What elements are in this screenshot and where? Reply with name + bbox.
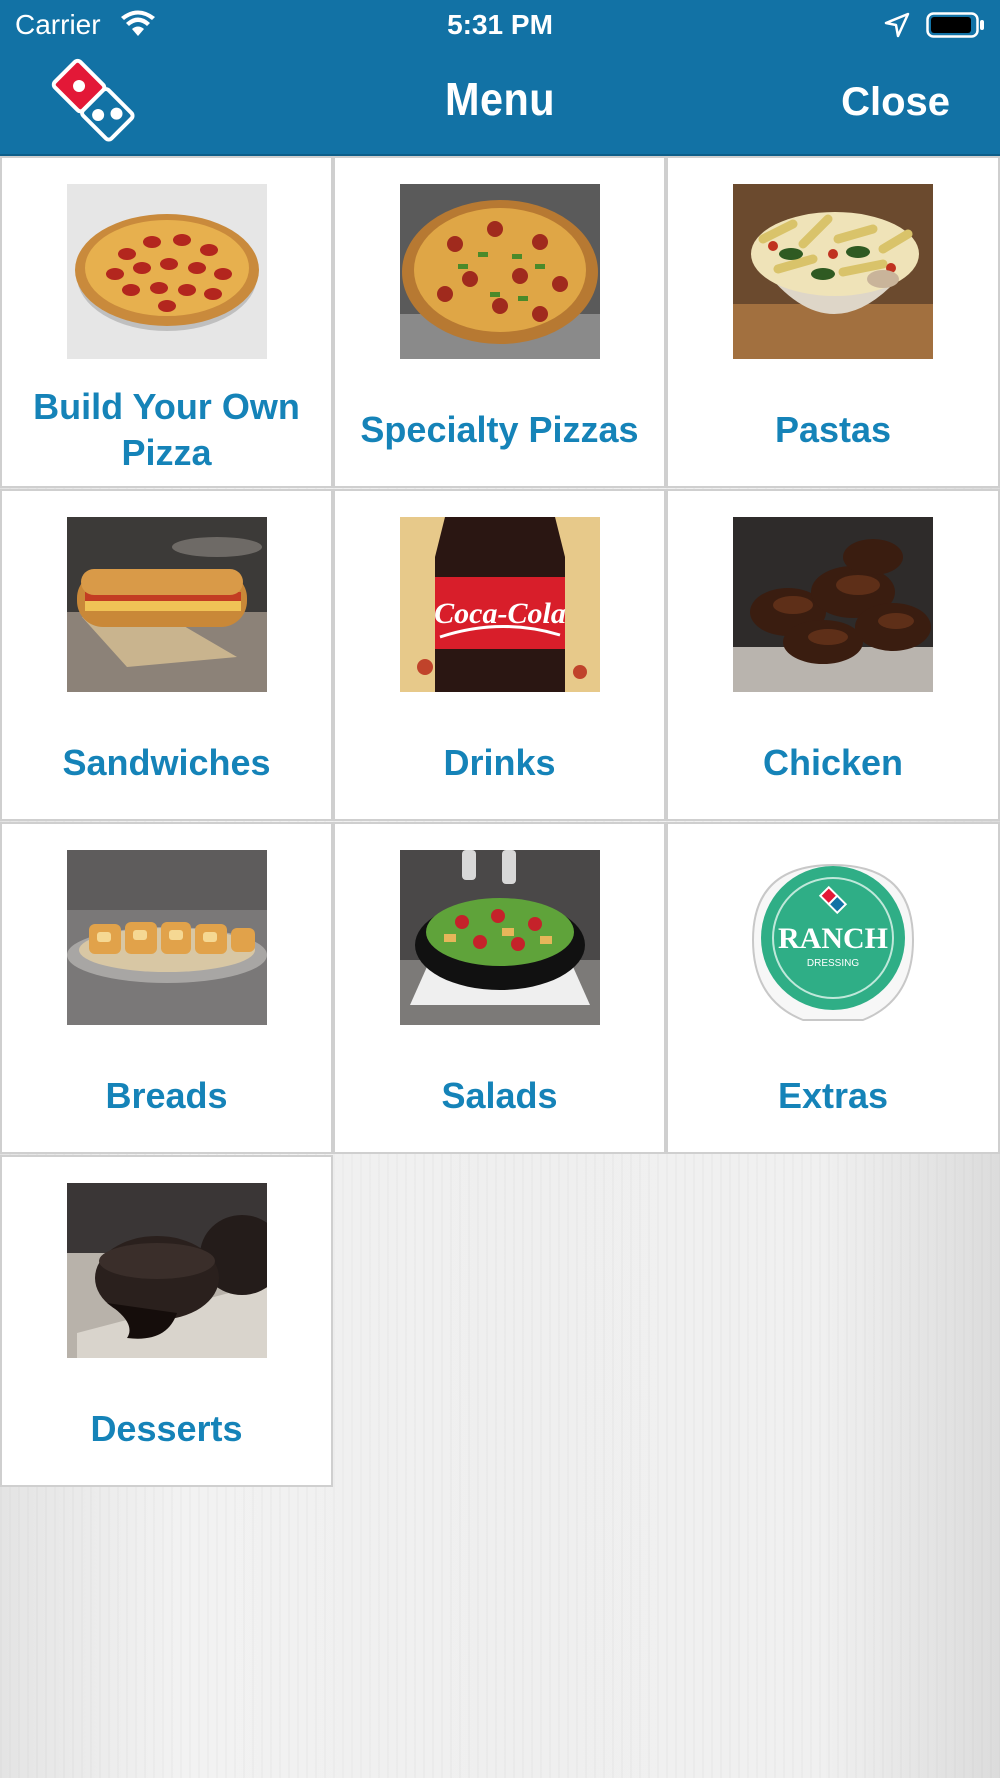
specialty-pizza-image [400, 184, 600, 359]
soda-bottle-image: Coca-Cola [400, 517, 600, 692]
clock: 5:31 PM [447, 9, 553, 40]
sandwich-image [67, 517, 267, 692]
menu-item-label: Pastas [774, 409, 892, 450]
navigation-bar: Menu Close [0, 50, 1000, 154]
ranch-dressing-image: RANCH DRESSING [733, 850, 933, 1025]
menu-item-drinks[interactable]: Coca-Cola Drinks [333, 489, 666, 821]
svg-text:DRESSING: DRESSING [807, 958, 859, 969]
menu-item-label: Sandwiches [62, 742, 271, 783]
menu-item-label: Desserts [90, 1408, 243, 1449]
menu-item-breads[interactable]: Breads [0, 822, 333, 1154]
menu-item-build-your-own-pizza[interactable]: Build Your Own Pizza [0, 156, 333, 488]
top-bar: Carrier 5:31 PM Menu Close [0, 0, 1000, 156]
menu-item-label: Drinks [443, 742, 556, 783]
pasta-bowl-image [733, 184, 933, 359]
lava-cake-image [67, 1183, 267, 1358]
svg-text:RANCH: RANCH [778, 922, 888, 955]
menu-item-chicken[interactable]: Chicken [666, 489, 1000, 821]
page-title: Menu [445, 73, 555, 125]
status-bar: Carrier 5:31 PM [0, 0, 1000, 50]
menu-item-sandwiches[interactable]: Sandwiches [0, 489, 333, 821]
menu-item-label: Extras [777, 1075, 889, 1116]
location-arrow-icon [884, 12, 910, 38]
salad-bowl-image [400, 850, 600, 1025]
menu-item-salads[interactable]: Salads [333, 822, 666, 1154]
menu-item-pastas[interactable]: Pastas [666, 156, 1000, 488]
pepperoni-pizza-image [67, 184, 267, 359]
menu-item-specialty-pizzas[interactable]: Specialty Pizzas [333, 156, 666, 488]
close-button[interactable]: Close [841, 80, 950, 125]
menu-item-label: Specialty Pizzas [360, 409, 639, 450]
menu-item-label: Salads [441, 1075, 558, 1116]
menu-item-desserts[interactable]: Desserts [0, 1155, 333, 1487]
menu-item-label: Breads [105, 1075, 228, 1116]
menu-item-extras[interactable]: RANCH DRESSING Extras [666, 822, 1000, 1154]
menu-item-label: Chicken [762, 742, 904, 783]
battery-icon [926, 11, 986, 39]
chicken-wings-image [733, 517, 933, 692]
menu-item-label: Build Your Own Pizza [33, 386, 300, 473]
bread-twists-image [67, 850, 267, 1025]
